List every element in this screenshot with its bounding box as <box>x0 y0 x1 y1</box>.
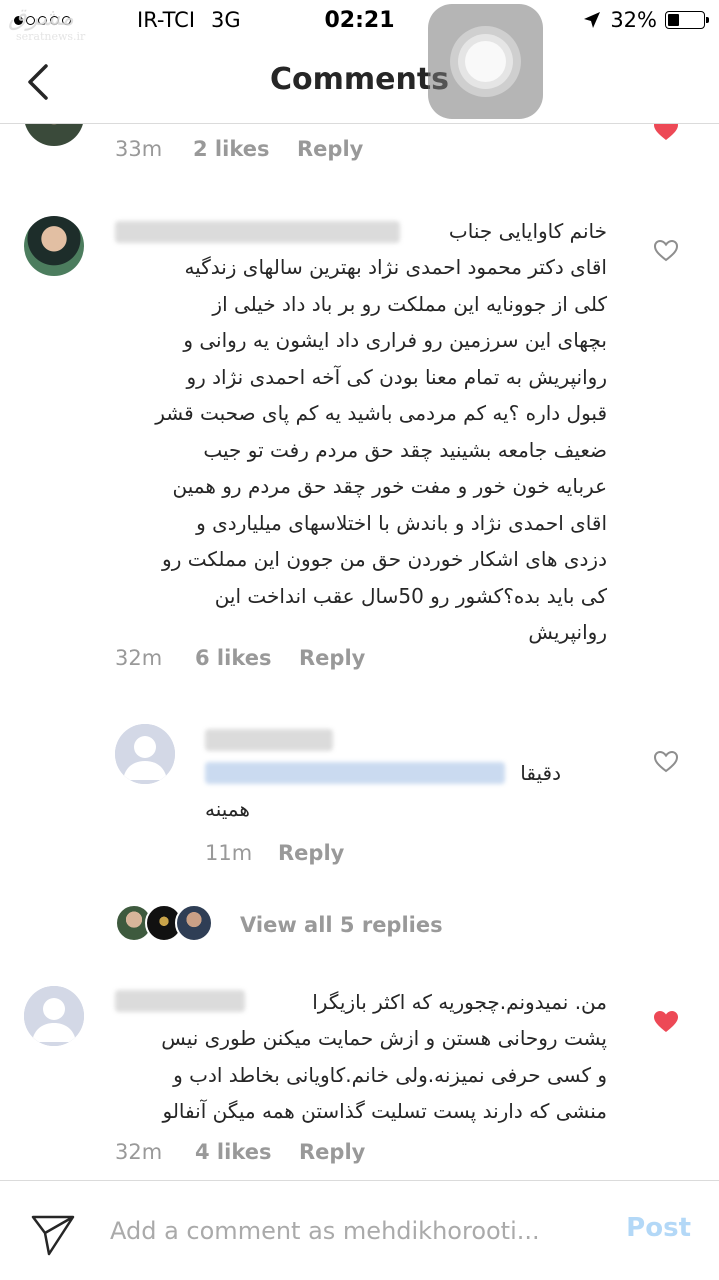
avatar[interactable] <box>24 216 84 276</box>
comment-line: دزدی های اشکار خوردن حق من جوون این مملک… <box>162 547 607 571</box>
username-blurred[interactable] <box>205 729 333 751</box>
comment-text: پشت روحانی هستن و ازش حمایت میکنن طوری ن… <box>161 1020 607 1130</box>
likes-count[interactable]: 2 likes <box>193 137 297 161</box>
direct-send-icon[interactable] <box>30 1211 76 1257</box>
comment-line: خانم کاوایایی جناب <box>448 219 607 243</box>
page-title: Comments <box>269 62 450 97</box>
reply-button[interactable]: Reply <box>299 646 365 670</box>
comment-text: اقای دکتر محمود احمدی نژاد بهترین سالهای… <box>155 249 607 651</box>
comment-line: عربایه خون خور و مفت خور چقد حق مردم رو … <box>172 474 607 498</box>
username-blurred[interactable] <box>115 221 400 243</box>
header: Comments <box>0 40 719 124</box>
username-blurred[interactable] <box>115 990 245 1012</box>
battery-percent: 32% <box>610 8 657 32</box>
comment-time: 33m <box>115 137 163 161</box>
comment-text: دقیقا <box>520 755 561 792</box>
likes-count[interactable]: 6 likes <box>195 646 299 670</box>
comment-composer: Post <box>0 1180 719 1280</box>
comment-text: من. نمیدونم.چجوریه که اکثر بازیگرا <box>312 984 607 1021</box>
heart-filled-icon[interactable] <box>653 124 679 142</box>
avatar[interactable] <box>24 124 84 146</box>
user-placeholder-icon <box>24 986 84 1046</box>
comment-meta: 33m 2 likes Reply <box>115 137 363 161</box>
avatar-default[interactable] <box>115 724 175 784</box>
comment-time: 32m <box>115 1140 163 1164</box>
comment-line: بچهای این سرزمین رو فراری داد ایشون یه ر… <box>183 328 607 352</box>
location-arrow-icon <box>584 12 601 28</box>
battery-icon <box>665 11 709 29</box>
comment-line: روانپریش به تمام معنا بودن کی آخه احمدی … <box>186 364 607 389</box>
status-bar: IR-TCI 3G 02:21 32% <box>0 0 719 40</box>
comment-line: دقیقا <box>520 761 561 785</box>
comment-line: اقای احمدی نژاد و باندش با اختلاسهای میل… <box>196 510 607 535</box>
comment-line: اقای دکتر محمود احمدی نژاد بهترین سالهای… <box>184 255 607 279</box>
heart-outline-icon[interactable] <box>653 750 679 774</box>
comment-line: ضعیف جامعه بشینید چقد حق مردم رفت تو جیب <box>203 437 607 462</box>
view-all-replies-link[interactable]: View all 5 replies <box>240 913 443 937</box>
comment-line: کی باید بده؟کشور رو 50سال عقب انداخت این <box>214 583 607 608</box>
user-placeholder-icon <box>115 724 175 784</box>
comment-time: 32m <box>115 646 163 670</box>
reply-button[interactable]: Reply <box>297 137 363 161</box>
comment-line: منشی که دارند پست تسلیت گذاستن همه میگن … <box>162 1099 607 1123</box>
comment-text: همینه <box>205 791 250 828</box>
comment-line: قبول داره ؟یه کم مردمی باشید یه کم پای ص… <box>155 401 607 425</box>
avatar <box>175 904 213 942</box>
comment-input[interactable] <box>110 1213 580 1249</box>
comment-meta: 11m Reply <box>205 841 344 865</box>
comment-line: پشت روحانی هستن و ازش حمایت میکنن طوری ن… <box>161 1026 607 1050</box>
reply-button[interactable]: Reply <box>299 1140 365 1164</box>
reply-button[interactable]: Reply <box>278 841 344 865</box>
comment-meta: 32m 4 likes Reply <box>115 1140 365 1164</box>
avatar-default[interactable] <box>24 986 84 1046</box>
comment-time: 11m <box>205 841 253 865</box>
comment-line: همینه <box>205 797 250 821</box>
comment-line: و کسی حرفی نمیزنه.ولی خانم.کاویانی بخاطد… <box>173 1062 607 1087</box>
watermark-logo: مشرق <box>8 3 75 31</box>
mention-blurred[interactable] <box>205 762 505 784</box>
status-right: 32% <box>582 8 709 32</box>
comment-line: کلی از جوونایه این مملکت رو بر باد داد خ… <box>212 291 607 316</box>
comments-list: 33m 2 likes Reply خانم کاوایایی جناب اقا… <box>0 124 719 1180</box>
replies-avatar-stack[interactable] <box>115 904 215 944</box>
comment-line: من. نمیدونم.چجوریه که اکثر بازیگرا <box>312 990 607 1014</box>
likes-count[interactable]: 4 likes <box>195 1140 299 1164</box>
comment-meta: 32m 6 likes Reply <box>115 646 365 670</box>
heart-filled-icon[interactable] <box>653 1010 679 1034</box>
comment-text: خانم کاوایایی جناب <box>449 213 607 250</box>
assistive-touch-button[interactable] <box>428 4 543 119</box>
post-button[interactable]: Post <box>626 1213 691 1243</box>
heart-outline-icon[interactable] <box>653 239 679 263</box>
